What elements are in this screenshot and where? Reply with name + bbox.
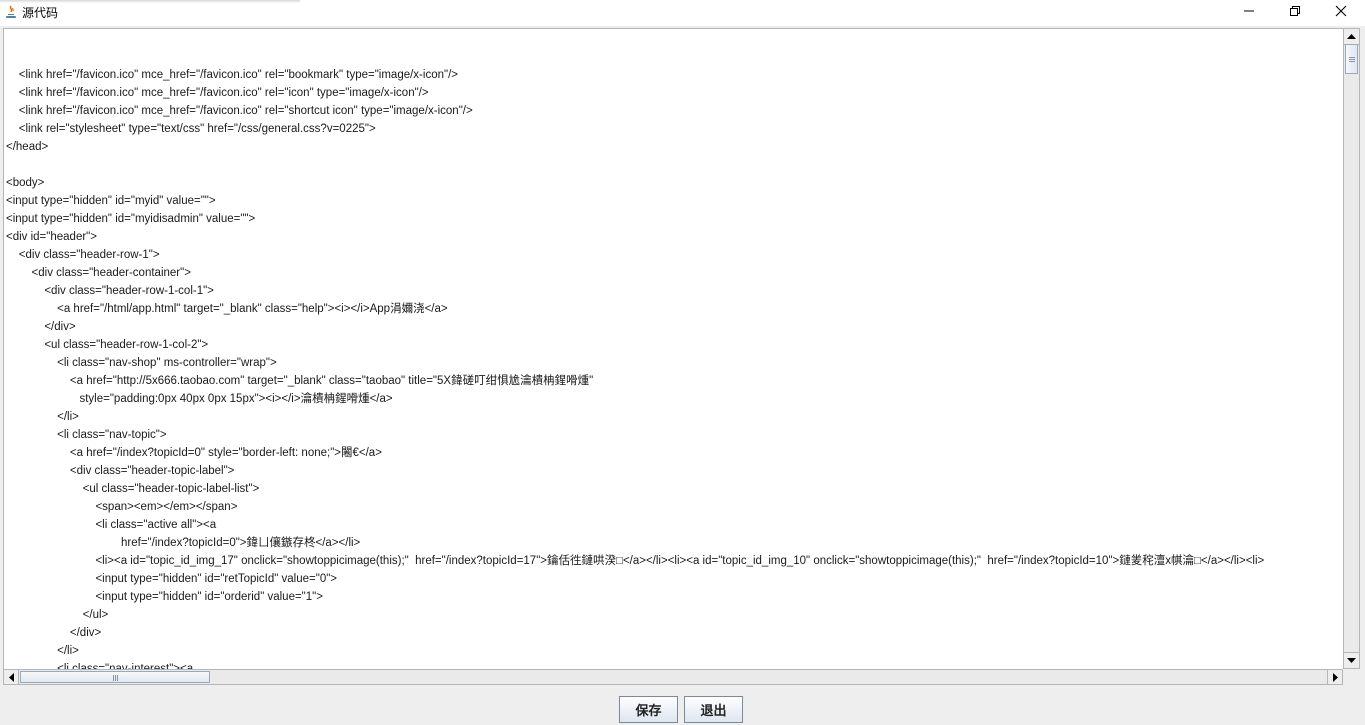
code-line: <li class="active all"><a bbox=[6, 519, 217, 531]
code-line: <li class="nav-topic"> bbox=[6, 429, 167, 441]
code-line: <body> bbox=[6, 177, 45, 189]
code-line: <div class="header-row-1-col-1"> bbox=[6, 285, 214, 297]
java-app-icon bbox=[4, 4, 18, 18]
scroll-down-button[interactable] bbox=[1344, 652, 1359, 668]
title-bar[interactable]: 源代码 bbox=[0, 0, 1365, 26]
restore-icon bbox=[1290, 6, 1300, 16]
code-line: <link href="/favicon.ico" mce_href="/fav… bbox=[6, 87, 429, 99]
code-line: <div id="header"> bbox=[6, 231, 97, 243]
code-line: <a href="/html/app.html" target="_blank"… bbox=[6, 303, 448, 315]
close-button[interactable] bbox=[1318, 0, 1364, 24]
code-line: <a href="http://5x666.taobao.com" target… bbox=[6, 375, 594, 387]
restore-button[interactable] bbox=[1272, 0, 1318, 24]
code-line: <li><a id="topic_id_img_17" onclick="sho… bbox=[6, 555, 1265, 567]
scroll-up-button[interactable] bbox=[1344, 29, 1359, 45]
arrow-left-icon bbox=[8, 672, 14, 682]
code-line: <ul class="header-topic-label-list"> bbox=[6, 483, 260, 495]
minimize-button[interactable] bbox=[1226, 0, 1272, 24]
code-line: <ul class="header-row-1-col-2"> bbox=[6, 339, 209, 351]
scroll-right-button[interactable] bbox=[1327, 670, 1342, 684]
code-line: <a href="/index?topicId=0" style="border… bbox=[6, 447, 382, 459]
window-title: 源代码 bbox=[22, 6, 59, 20]
arrow-down-icon bbox=[1347, 658, 1356, 663]
vertical-scroll-thumb[interactable] bbox=[1345, 44, 1358, 74]
close-icon bbox=[1335, 5, 1347, 17]
code-line: </ul> bbox=[6, 609, 109, 621]
thumb-grip-line bbox=[113, 675, 114, 681]
horizontal-scroll-thumb[interactable] bbox=[20, 671, 210, 683]
code-line: </div> bbox=[6, 321, 76, 333]
thumb-grip-line bbox=[115, 675, 116, 681]
source-code-editor[interactable]: <link href="/favicon.ico" mce_href="/fav… bbox=[3, 28, 1343, 671]
code-line: href="/index?topicId=0">鍏ㄩ儴鏃存柊</a></li> bbox=[6, 537, 361, 549]
code-line: <input type="hidden" id="myid" value=""> bbox=[6, 195, 216, 207]
title-bar-shadow bbox=[0, 0, 300, 3]
thumb-grip-line bbox=[1349, 61, 1355, 62]
code-line: </li> bbox=[6, 645, 79, 657]
minimize-icon bbox=[1244, 10, 1254, 12]
source-code-text[interactable]: <link href="/favicon.ico" mce_href="/fav… bbox=[6, 48, 1265, 670]
exit-button[interactable]: 退出 bbox=[684, 696, 743, 723]
code-line: </div> bbox=[6, 627, 102, 639]
code-line: <link rel="stylesheet" type="text/css" h… bbox=[6, 123, 376, 135]
code-line: <span><em></em></span> bbox=[6, 501, 238, 513]
scroll-left-button[interactable] bbox=[4, 670, 19, 684]
code-line: <div class="header-topic-label"> bbox=[6, 465, 235, 477]
code-line: </head> bbox=[6, 141, 49, 153]
horizontal-scrollbar[interactable] bbox=[3, 669, 1343, 685]
code-line: <input type="hidden" id="orderid" value=… bbox=[6, 591, 323, 603]
save-button[interactable]: 保存 bbox=[619, 696, 678, 723]
code-line: <link href="/favicon.ico" mce_href="/fav… bbox=[6, 69, 458, 81]
code-line: <li class="nav-shop" ms-controller="wrap… bbox=[6, 357, 277, 369]
code-line: <div class="header-row-1"> bbox=[6, 249, 160, 261]
thumb-grip-line bbox=[117, 675, 118, 681]
arrow-right-icon bbox=[1332, 672, 1338, 682]
code-line: <input type="hidden" id="myidisadmin" va… bbox=[6, 213, 256, 225]
code-line: <input type="hidden" id="retTopicId" val… bbox=[6, 573, 338, 585]
thumb-grip-line bbox=[1349, 59, 1355, 60]
vertical-scrollbar[interactable] bbox=[1343, 28, 1360, 669]
code-line: style="padding:0px 40px 0px 15px"><i></i… bbox=[6, 393, 393, 405]
arrow-up-icon bbox=[1347, 34, 1356, 39]
code-line: <link href="/favicon.ico" mce_href="/fav… bbox=[6, 105, 473, 117]
code-line: </li> bbox=[6, 411, 79, 423]
code-line: <div class="header-container"> bbox=[6, 267, 191, 279]
thumb-grip-line bbox=[1349, 57, 1355, 58]
